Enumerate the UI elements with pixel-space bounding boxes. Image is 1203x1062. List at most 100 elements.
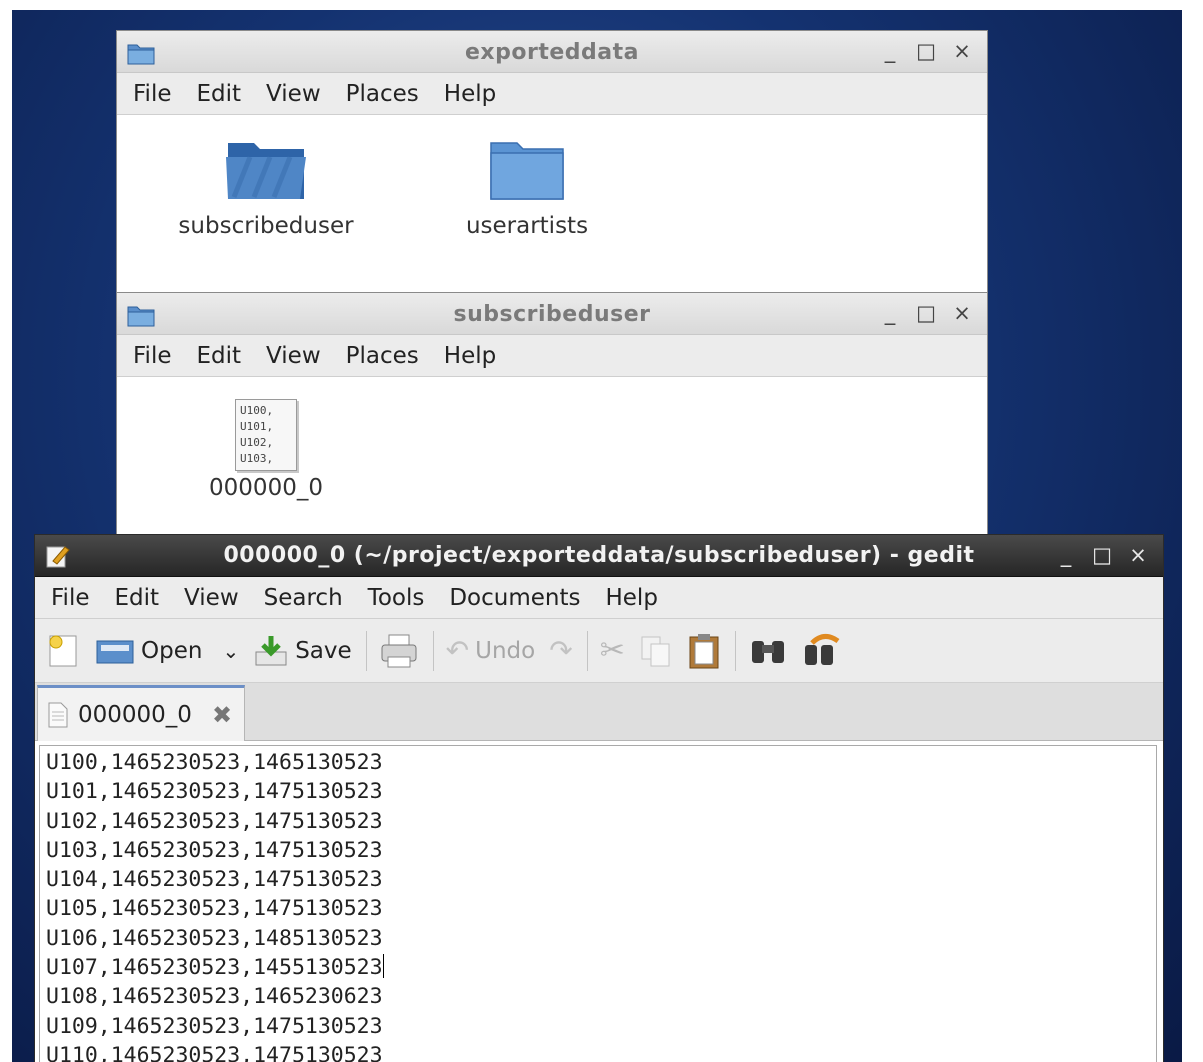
close-tab-icon[interactable]: ✖	[212, 701, 232, 729]
copy-button[interactable]	[639, 634, 673, 668]
document-tabs: 000000_0 ✖	[35, 683, 1163, 741]
text-line: U106,1465230523,1485130523	[46, 925, 383, 951]
menu-help[interactable]: Help	[605, 585, 657, 611]
file-item-000000_0[interactable]: U100, U101, U102, U103, 000000_0	[191, 399, 341, 501]
open-button[interactable]: Open ⌄	[95, 635, 239, 667]
gedit-window: 000000_0 (~/project/exporteddata/subscri…	[34, 534, 1164, 1062]
window-title: 000000_0 (~/project/exporteddata/subscri…	[223, 543, 975, 568]
toolbar-separator	[734, 630, 736, 671]
menu-search[interactable]: Search	[264, 585, 343, 611]
text-line: U100,1465230523,1465130523	[46, 750, 383, 775]
close-button[interactable]: ×	[951, 301, 973, 325]
folder-label: userartists	[465, 213, 589, 239]
text-caret	[382, 954, 384, 979]
tab-000000_0[interactable]: 000000_0 ✖	[37, 685, 245, 741]
menu-view[interactable]: View	[266, 343, 321, 369]
menu-places[interactable]: Places	[346, 81, 419, 107]
maximize-button[interactable]: □	[915, 39, 937, 63]
menu-view[interactable]: View	[184, 585, 239, 611]
menu-file[interactable]: File	[133, 343, 172, 369]
find-button[interactable]	[748, 635, 788, 667]
text-line: U109,1465230523,1475130523	[46, 1013, 383, 1039]
window-title: subscribeduser	[453, 302, 651, 327]
text-line: U104,1465230523,1475130523	[46, 867, 383, 893]
close-button[interactable]: ×	[951, 39, 973, 63]
text-line: U110,1465230523,1475130523	[46, 1042, 383, 1062]
file-preview-line: U103,	[240, 452, 274, 465]
file-preview-line: U101,	[240, 420, 274, 433]
close-button[interactable]: ×	[1127, 543, 1149, 567]
clipboard-icon	[689, 633, 719, 668]
minimize-button[interactable]: _	[1055, 543, 1077, 567]
menu-edit[interactable]: Edit	[197, 343, 242, 369]
undo-label: Undo	[475, 637, 536, 664]
tab-label: 000000_0	[78, 701, 192, 728]
find-replace-button[interactable]	[802, 633, 844, 669]
minimize-button[interactable]: _	[879, 39, 901, 63]
find-replace-icon	[804, 633, 840, 665]
menu-help[interactable]: Help	[444, 343, 496, 369]
menu-tools[interactable]: Tools	[368, 585, 425, 611]
menubar: File Edit View Search Tools Documents He…	[35, 577, 1163, 619]
menu-file[interactable]: File	[133, 81, 172, 107]
print-button[interactable]	[379, 633, 419, 669]
text-line: U103,1465230523,1475130523	[46, 837, 383, 863]
save-icon	[255, 635, 287, 665]
menubar: File Edit View Places Help	[117, 73, 987, 115]
file-view: subscribeduser userartists	[117, 117, 987, 319]
folder-item-subscribeduser[interactable]: subscribeduser	[171, 137, 361, 239]
file-preview-line: U102,	[240, 436, 274, 449]
toolbar: Open ⌄ Save ↶ Undo ↷ ✂	[35, 619, 1163, 683]
menubar: File Edit View Places Help	[117, 335, 987, 377]
printer-icon	[381, 634, 417, 667]
text-line: U101,1465230523,1475130523	[46, 779, 383, 805]
text-file-icon: U100, U101, U102, U103,	[235, 399, 297, 471]
undo-button[interactable]: ↶ Undo	[446, 634, 536, 667]
minimize-button[interactable]: _	[879, 301, 901, 325]
save-button[interactable]: Save	[253, 634, 352, 668]
open-folder-icon	[96, 640, 134, 663]
folder-item-userartists[interactable]: userartists	[442, 137, 612, 239]
paste-button[interactable]	[687, 632, 721, 670]
folder-icon	[490, 142, 564, 200]
menu-edit[interactable]: Edit	[115, 585, 160, 611]
desktop: exporteddata _ □ × File Edit View Places…	[12, 10, 1182, 1062]
window-title: exporteddata	[465, 40, 639, 65]
folder-label: subscribeduser	[178, 213, 354, 239]
redo-icon: ↷	[549, 634, 573, 667]
menu-file[interactable]: File	[51, 585, 90, 611]
maximize-button[interactable]: □	[915, 301, 937, 325]
menu-help[interactable]: Help	[444, 81, 496, 107]
titlebar[interactable]: subscribeduser _ □ ×	[117, 293, 987, 335]
menu-view[interactable]: View	[266, 81, 321, 107]
copy-icon	[641, 636, 670, 666]
undo-icon: ↶	[445, 634, 470, 667]
save-label: Save	[295, 637, 352, 664]
chevron-down-icon[interactable]: ⌄	[222, 639, 239, 663]
menu-places[interactable]: Places	[346, 343, 419, 369]
file-label: 000000_0	[209, 475, 323, 501]
redo-button[interactable]: ↷	[549, 634, 572, 667]
toolbar-separator	[586, 630, 588, 671]
file-preview-line: U100,	[240, 404, 274, 417]
open-label: Open	[141, 637, 203, 664]
new-document-button[interactable]	[47, 633, 81, 669]
toolbar-separator	[365, 630, 367, 671]
menu-edit[interactable]: Edit	[197, 81, 242, 107]
text-editor[interactable]: U100,1465230523,1465130523 U101,14652305…	[39, 745, 1157, 1062]
cut-button[interactable]: ✂	[600, 633, 625, 668]
maximize-button[interactable]: □	[1091, 543, 1113, 567]
new-document-icon	[49, 635, 77, 666]
binoculars-icon	[751, 640, 784, 663]
text-line: U105,1465230523,1475130523	[46, 896, 383, 922]
text-line: U102,1465230523,1475130523	[46, 808, 383, 834]
titlebar[interactable]: 000000_0 (~/project/exporteddata/subscri…	[35, 535, 1163, 577]
file-manager-exporteddata: exporteddata _ □ × File Edit View Places…	[116, 30, 988, 320]
titlebar[interactable]: exporteddata _ □ ×	[117, 31, 987, 73]
text-line-with-caret: U107,1465230523,1455130523	[46, 953, 1150, 982]
menu-documents[interactable]: Documents	[449, 585, 580, 611]
document-icon	[48, 702, 68, 727]
text-line: U108,1465230523,1465230623	[46, 984, 383, 1010]
toolbar-separator	[432, 630, 434, 671]
scissors-icon: ✂	[599, 633, 625, 668]
